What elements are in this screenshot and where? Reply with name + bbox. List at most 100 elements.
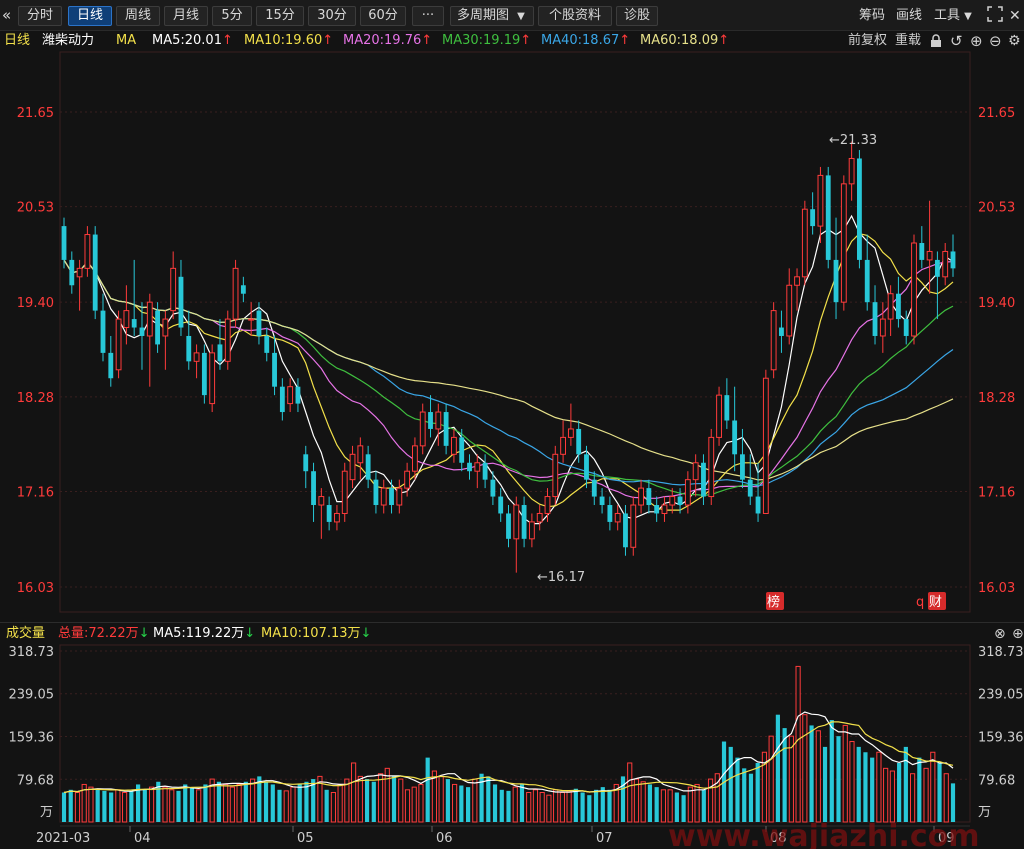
volume-bar (748, 773, 754, 822)
volume-bar (876, 751, 882, 823)
candle-body (287, 386, 294, 405)
volume-bar (492, 784, 498, 822)
ma30-line (63, 259, 954, 497)
candle-body (724, 395, 730, 421)
volume-bar (587, 795, 592, 822)
q-marker: q (916, 595, 924, 610)
candle-body (661, 504, 668, 514)
candle-body (61, 226, 67, 260)
candle-body (864, 259, 870, 303)
volume-bar (249, 778, 256, 823)
ma10-line (63, 233, 954, 511)
watermark: www.wajiazhi.com (668, 819, 980, 849)
candle-body (895, 293, 901, 320)
candle-body (584, 454, 589, 480)
volume-bar (425, 757, 430, 822)
volume-bar (654, 787, 659, 822)
price-tick-right: 17.16 (978, 485, 1015, 500)
volume-bar (788, 735, 794, 823)
candle-body (404, 470, 411, 489)
candle-body (544, 496, 551, 514)
candle-body (755, 496, 761, 514)
volume-bar (849, 741, 855, 823)
candle-body (934, 259, 940, 277)
volume-bar (701, 789, 706, 822)
volume-bar (216, 781, 221, 822)
volume-bar (297, 784, 302, 822)
candle-body (560, 436, 567, 455)
date-tick: 05 (297, 831, 314, 846)
volume-bar (923, 767, 929, 823)
candle-body (684, 479, 691, 506)
candle-body (630, 504, 637, 548)
candle-body (732, 420, 738, 455)
candle-body (692, 462, 699, 481)
candle-body (801, 208, 808, 278)
volume-bar (768, 735, 774, 823)
candle-body (911, 242, 917, 337)
candle-body (162, 318, 169, 337)
volume-bar (499, 789, 504, 822)
candle-body (506, 513, 511, 539)
volume-bar (943, 773, 949, 823)
candle-body (552, 453, 559, 498)
candle-body (528, 521, 535, 540)
price-tick-left: 16.03 (17, 581, 54, 596)
volume-bar (519, 784, 525, 822)
volume-bar (223, 783, 229, 823)
volume-bar (459, 785, 464, 822)
volume-bar (532, 789, 539, 823)
candle-body (357, 445, 364, 464)
volume-bar (203, 784, 208, 822)
kline-chart[interactable]: 21.65 21.65 20.53 20.53 19.40 19.40 18.28 18.28… (0, 0, 1024, 849)
candle-body (170, 267, 177, 312)
volume-bar (129, 790, 134, 822)
candle-body (879, 318, 886, 337)
candle-body (69, 259, 75, 286)
candle-body (139, 327, 145, 336)
candle-body (762, 377, 769, 514)
candle-body (708, 436, 715, 498)
volume-bar (411, 786, 417, 823)
volume-bar (667, 789, 673, 823)
candle-body (450, 436, 457, 455)
volume-bar (324, 789, 329, 822)
price-tick-left: 19.40 (17, 296, 54, 311)
volume-bar (910, 773, 916, 823)
volume-tick-left: 79.68 (17, 773, 54, 788)
volume-bar (183, 784, 188, 822)
volume-bar (627, 762, 633, 823)
volume-bar (742, 768, 747, 822)
candle-body (201, 352, 207, 396)
volume-bar (782, 728, 787, 822)
volume-bar (836, 736, 841, 822)
list-badge-text: 榜 (767, 594, 780, 610)
candle-body (115, 318, 122, 371)
volume-bar (883, 767, 889, 823)
candle-body (903, 319, 909, 336)
candle-body (248, 318, 255, 321)
candle-body (638, 487, 644, 506)
candle-body (482, 462, 488, 480)
candle-body (536, 512, 543, 523)
price-tick-right: 21.65 (978, 106, 1015, 121)
date-tick: 2021-03 (36, 831, 90, 846)
volume-bar (357, 775, 363, 823)
candle-body (224, 318, 231, 362)
volume-bar (404, 789, 411, 823)
candle-body (341, 470, 348, 514)
volume-bar (930, 751, 936, 823)
candle-body (591, 479, 597, 497)
volume-bar (377, 773, 384, 823)
candle-body (810, 209, 816, 227)
candle-body (100, 310, 106, 353)
volume-bar (950, 783, 956, 822)
volume-bar (438, 775, 444, 823)
candle-body (76, 267, 83, 278)
candle-body (654, 505, 660, 514)
volume-bar (660, 789, 666, 823)
volume-bar (580, 792, 585, 822)
volume-bar (472, 778, 478, 823)
volume-bar (687, 786, 693, 823)
volume-bar (863, 752, 868, 822)
